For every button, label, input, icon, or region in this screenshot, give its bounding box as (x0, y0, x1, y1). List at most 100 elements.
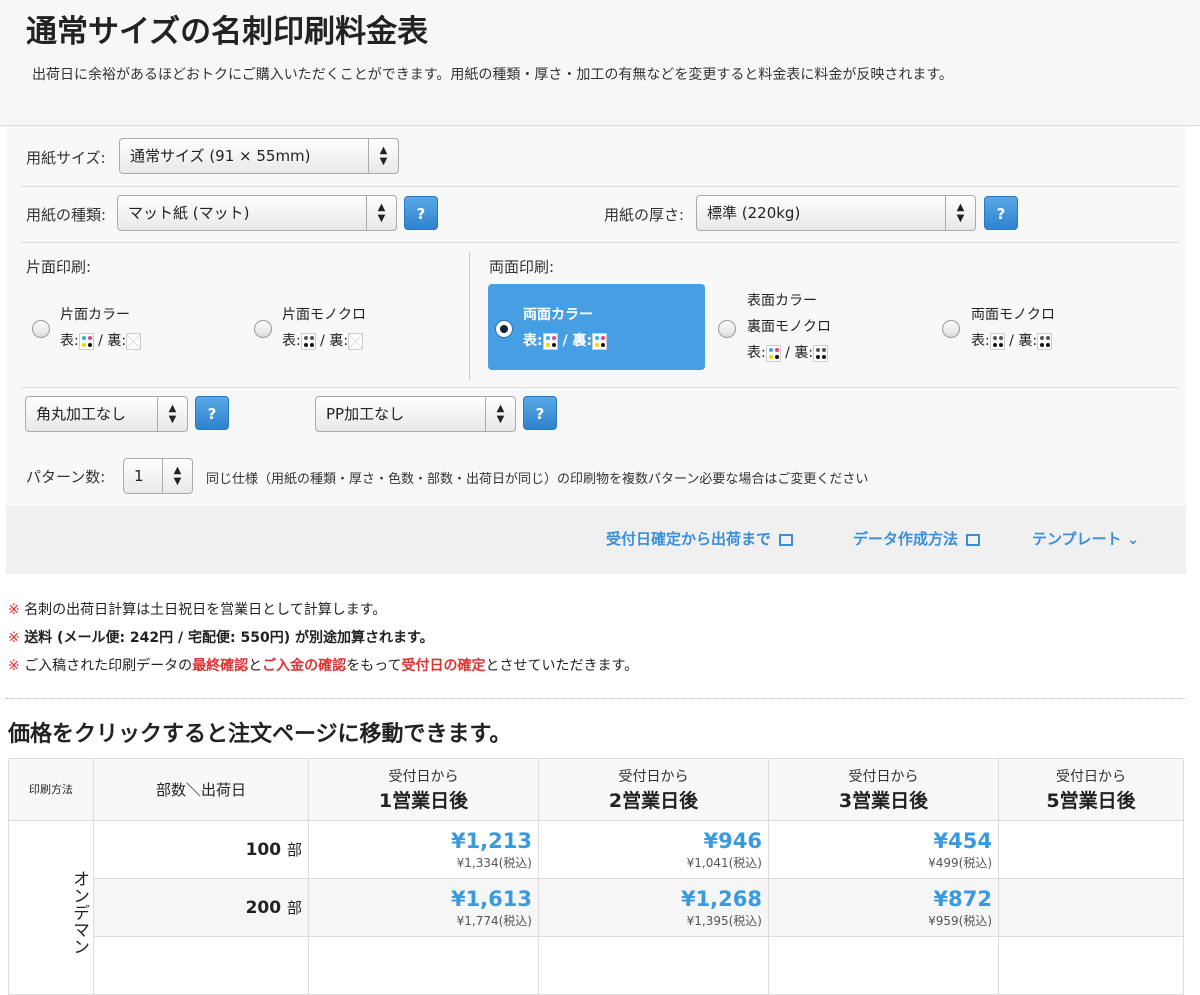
option-label: 表面カラー (747, 293, 817, 309)
note-mark: ※ (8, 658, 20, 674)
qty-cell (93, 936, 309, 995)
radio-double-mono[interactable] (942, 320, 960, 338)
page-description: 出荷日に余裕があるほどおトクにご購入いただくことができます。用紙の種類・厚さ・加… (32, 67, 953, 83)
link-text: 受付日確定から出荷まで (606, 530, 772, 548)
price-table: 印刷方法 部数＼出荷日 受付日から 1営業日後 受付日から 2営業日後 受付日から 3… (8, 758, 1184, 995)
option-label: 片面カラー (60, 307, 130, 323)
size-label: 用紙サイズ: (26, 149, 106, 167)
back-label: 裏: (572, 333, 593, 349)
pp-help-button[interactable]: ? (523, 396, 557, 430)
updown-icon: ▲ ▼ (366, 196, 396, 230)
qty-cell: 100 部 (93, 820, 309, 879)
color-icon (78, 332, 94, 350)
table-row (9, 936, 1184, 995)
type-label: 用紙の種類: (26, 206, 107, 224)
page-title: 通常サイズの名刺印刷料金表 (26, 14, 429, 50)
radio-single-mono[interactable] (254, 320, 272, 338)
option-single-color[interactable]: 片面カラー 表: / 裏: (60, 302, 142, 354)
slash: / (320, 333, 325, 349)
price-cell[interactable]: ¥1,613 ¥1,774(税込) (308, 878, 539, 937)
updown-icon: ▲ ▼ (157, 397, 187, 431)
option-label: 片面モノクロ (282, 307, 366, 323)
price: ¥872 (933, 887, 992, 911)
notes: ※ 名刺の出荷日計算は土日祝日を営業日として計算します。 ※ 送料 (メール便:… (8, 596, 638, 680)
slash: / (98, 333, 103, 349)
option-label-2: 裏面モノクロ (747, 319, 831, 335)
note-mark: ※ (8, 630, 20, 646)
thickness-help-button[interactable]: ? (984, 196, 1018, 230)
note-text: と (248, 658, 263, 674)
header-sub: 受付日から (848, 769, 919, 785)
double-side-label: 両面印刷: (489, 258, 555, 276)
option-double-mono[interactable]: 両面モノクロ 表: / 裏: (971, 302, 1055, 354)
corner-select[interactable]: 角丸加工なし ▲ ▼ (25, 396, 188, 432)
mono-icon (300, 332, 316, 350)
size-select[interactable]: 通常サイズ (91 × 55mm) ▲ ▼ (119, 138, 399, 174)
back-label: 裏: (107, 333, 127, 349)
price-tax: ¥1,041(税込) (686, 856, 762, 870)
note-1: ※ 名刺の出荷日計算は土日祝日を営業日として計算します。 (8, 596, 638, 624)
note-text: とさせていただきます。 (485, 658, 639, 674)
price: ¥946 (703, 829, 762, 853)
qty-value: 100 (245, 840, 282, 860)
price-cell (998, 820, 1184, 879)
pp-value: PP加工なし (326, 405, 405, 423)
pattern-value: 1 (134, 467, 144, 485)
option-double-color[interactable]: 両面カラー 表: / 裏: (523, 302, 608, 354)
updown-icon: ▲ ▼ (945, 196, 975, 230)
radio-double-color[interactable] (495, 320, 513, 338)
window-icon (779, 533, 794, 546)
price-cell[interactable]: ¥1,268 ¥1,395(税込) (538, 878, 769, 937)
thickness-label: 用紙の厚さ: (604, 206, 685, 224)
pp-select[interactable]: PP加工なし ▲ ▼ (315, 396, 516, 432)
option-single-mono[interactable]: 片面モノクロ 表: / 裏: (282, 302, 366, 354)
divider (20, 242, 1180, 243)
price-tax: ¥959(税込) (928, 914, 992, 928)
table-row: 200 部 ¥1,613 ¥1,774(税込) ¥1,268 ¥1,395(税込) … (9, 878, 1184, 937)
front-label: 表: (523, 333, 543, 349)
price: ¥1,268 (680, 887, 762, 911)
radio-front-color-back-mono[interactable] (718, 320, 736, 338)
radio-single-color[interactable] (32, 320, 50, 338)
price-cell[interactable]: ¥872 ¥959(税込) (768, 878, 999, 937)
price-cell[interactable]: ¥946 ¥1,041(税込) (538, 820, 769, 879)
mono-icon (1037, 332, 1053, 350)
price-cell (308, 936, 539, 995)
back-label: 裏: (329, 333, 349, 349)
option-front-color-back-mono[interactable]: 表面カラー 裏面モノクロ 表: / 裏: (747, 288, 831, 366)
schedule-link[interactable]: 受付日確定から出荷まで (606, 528, 794, 549)
note-emph: 最終確認 (192, 658, 249, 674)
options-form: 用紙サイズ: 通常サイズ (91 × 55mm) ▲ ▼ 用紙の種類: マット紙 (… (6, 126, 1186, 574)
header-sub: 受付日から (388, 769, 459, 785)
single-side-label: 片面印刷: (26, 258, 92, 276)
divider (20, 186, 1180, 187)
price-cell[interactable]: ¥454 ¥499(税込) (768, 820, 999, 879)
price-tax: ¥1,334(税込) (456, 856, 532, 870)
divider (469, 252, 470, 380)
updown-icon: ▲ ▼ (368, 139, 398, 173)
option-label: 両面モノクロ (971, 307, 1055, 323)
header-sub: 受付日から (618, 769, 689, 785)
divider (6, 698, 1186, 699)
qty-header: 部数＼出荷日 (93, 758, 309, 821)
price: ¥454 (933, 829, 992, 853)
paper-type-help-button[interactable]: ? (404, 196, 438, 230)
paper-type-select[interactable]: マット紙 (マット) ▲ ▼ (117, 195, 397, 231)
pattern-select[interactable]: 1 ▲ ▼ (123, 458, 193, 494)
qty-unit: 部 (286, 899, 302, 917)
template-link[interactable]: テンプレート ⌄ (1032, 528, 1139, 549)
thickness-select[interactable]: 標準 (220kg) ▲ ▼ (696, 195, 976, 231)
price-tax: ¥499(税込) (928, 856, 992, 870)
price-cell[interactable]: ¥1,213 ¥1,334(税込) (308, 820, 539, 879)
corner-help-button[interactable]: ? (195, 396, 229, 430)
price-cell (998, 936, 1184, 995)
none-icon (126, 332, 142, 350)
price-cell (768, 936, 999, 995)
qty-value: 200 (245, 898, 282, 918)
note-text: ご入稿された印刷データの (24, 658, 193, 674)
day-header: 受付日から 3営業日後 (768, 758, 999, 821)
data-creation-link[interactable]: データ作成方法 (853, 528, 981, 549)
price-tax: ¥1,774(税込) (456, 914, 532, 928)
table-row: オンデマン 100 部 ¥1,213 ¥1,334(税込) ¥946 ¥1,041(… (8, 820, 1184, 995)
note-text: 名刺の出荷日計算は土日祝日を営業日として計算します。 (24, 602, 387, 618)
